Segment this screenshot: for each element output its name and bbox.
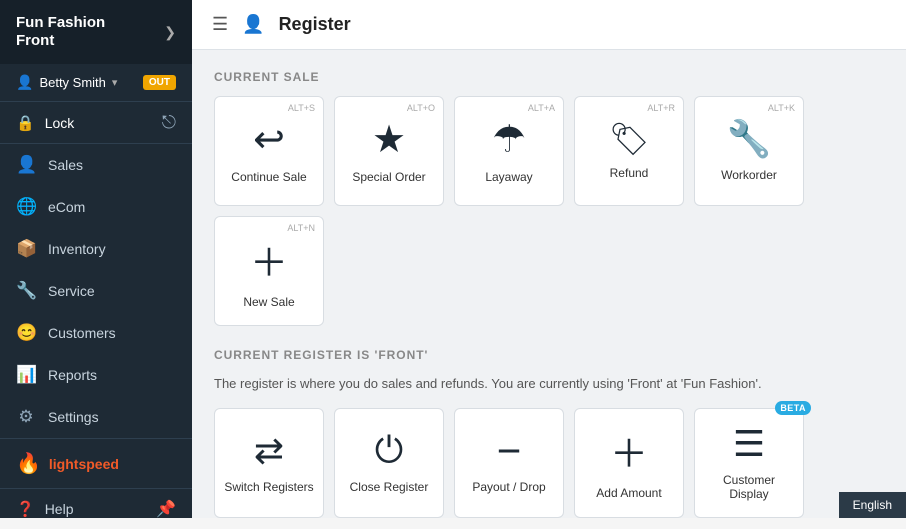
hamburger-menu-icon[interactable]: ☰ xyxy=(212,14,228,35)
current-sale-title: CURRENT SALE xyxy=(214,70,884,84)
sidebar-user-row[interactable]: 👤 Betty Smith ▾ OUT xyxy=(0,64,192,102)
register-page-icon: 👤 xyxy=(242,14,264,35)
user-icon: 👤 xyxy=(16,74,33,91)
help-label: Help xyxy=(45,501,74,517)
close-register-icon: ⏻ xyxy=(375,429,403,472)
workorder-icon: 🔧 xyxy=(727,118,772,160)
main-content: ☰ 👤 Register CURRENT SALE ALT+S ↩ Contin… xyxy=(192,0,906,518)
close-register-card[interactable]: ⏻ Close Register xyxy=(334,408,444,518)
sidebar-item-sales[interactable]: 👤 Sales xyxy=(0,144,192,186)
sidebar-logo[interactable]: Fun Fashion Front ❯ xyxy=(0,0,192,64)
sidebar-logo-text: Fun Fashion Front xyxy=(16,14,105,50)
workorder-shortcut: ALT+K xyxy=(768,103,795,113)
special-order-shortcut: ALT+O xyxy=(407,103,435,113)
continue-sale-card[interactable]: ALT+S ↩ Continue Sale xyxy=(214,96,324,206)
layaway-shortcut: ALT+A xyxy=(528,103,555,113)
sidebar-nav: 👤 Sales 🌐 eCom 📦 Inventory 🔧 Service 😊 C… xyxy=(0,144,192,438)
refund-icon: 🏷 xyxy=(609,120,650,158)
add-amount-card[interactable]: ＋ Add Amount xyxy=(574,408,684,518)
switch-registers-icon: ⇄ xyxy=(254,430,284,472)
customer-display-card[interactable]: BETA ☰ Customer Display xyxy=(694,408,804,518)
sidebar-item-label: Reports xyxy=(48,367,97,383)
inventory-icon: 📦 xyxy=(16,239,36,259)
sidebar-help-left: ❓ Help xyxy=(16,500,73,518)
payout-drop-card[interactable]: − Payout / Drop xyxy=(454,408,564,518)
sidebar-user-chevron-icon: ▾ xyxy=(112,76,118,89)
customer-display-icon: ☰ xyxy=(733,423,765,465)
current-register-title: CURRENT REGISTER IS 'FRONT' xyxy=(214,348,884,362)
pin-icon[interactable]: 📌 xyxy=(156,499,176,519)
logout-icon[interactable]: ⎋ xyxy=(162,112,176,133)
special-order-label: Special Order xyxy=(352,170,425,184)
sidebar-user-info: 👤 Betty Smith ▾ xyxy=(16,74,117,91)
current-register-cards: ⇄ Switch Registers ⏻ Close Register − Pa… xyxy=(214,408,884,518)
layaway-label: Layaway xyxy=(485,170,532,184)
main-content-area: CURRENT SALE ALT+S ↩ Continue Sale ALT+O… xyxy=(192,50,906,518)
sidebar-item-reports[interactable]: 📊 Reports xyxy=(0,354,192,396)
out-badge: OUT xyxy=(143,75,176,90)
lightspeed-label: lightspeed xyxy=(49,456,119,472)
refund-label: Refund xyxy=(610,166,649,180)
continue-sale-shortcut: ALT+S xyxy=(288,103,315,113)
new-sale-card[interactable]: ALT+N ＋ New Sale xyxy=(214,216,324,326)
sidebar-help-row[interactable]: ❓ Help 📌 xyxy=(0,488,192,529)
lightspeed-flame-icon: 🔥 xyxy=(16,451,41,476)
beta-badge: BETA xyxy=(775,401,811,415)
sidebar-item-label: Customers xyxy=(48,325,116,341)
payout-drop-icon: − xyxy=(497,430,522,472)
switch-registers-label: Switch Registers xyxy=(224,480,313,494)
layaway-card[interactable]: ALT+A ☂ Layaway xyxy=(454,96,564,206)
sidebar-item-label: eCom xyxy=(48,199,85,215)
sidebar-item-inventory[interactable]: 📦 Inventory xyxy=(0,228,192,270)
workorder-label: Workorder xyxy=(721,168,777,182)
workorder-card[interactable]: ALT+K 🔧 Workorder xyxy=(694,96,804,206)
sidebar-item-settings[interactable]: ⚙ Settings xyxy=(0,396,192,438)
special-order-card[interactable]: ALT+O ★ Special Order xyxy=(334,96,444,206)
sidebar-item-ecom[interactable]: 🌐 eCom xyxy=(0,186,192,228)
refund-shortcut: ALT+R xyxy=(647,103,675,113)
new-sale-label: New Sale xyxy=(243,295,294,309)
sidebar-item-label: Settings xyxy=(48,409,99,425)
layaway-icon: ☂ xyxy=(492,117,526,162)
continue-sale-label: Continue Sale xyxy=(231,170,306,184)
language-button[interactable]: English xyxy=(839,492,906,518)
new-sale-shortcut: ALT+N xyxy=(287,223,315,233)
continue-sale-icon: ↩ xyxy=(253,117,285,162)
service-icon: 🔧 xyxy=(16,281,36,301)
new-sale-icon: ＋ xyxy=(250,232,288,287)
register-info-text: The register is where you do sales and r… xyxy=(214,374,884,394)
help-icon: ❓ xyxy=(16,500,35,518)
sidebar-item-label: Service xyxy=(48,283,95,299)
special-order-icon: ★ xyxy=(372,117,406,162)
lock-label: Lock xyxy=(45,115,75,131)
add-amount-label: Add Amount xyxy=(596,486,661,500)
lock-icon: 🔒 xyxy=(16,114,35,132)
sales-icon: 👤 xyxy=(16,155,36,175)
sidebar-item-service[interactable]: 🔧 Service xyxy=(0,270,192,312)
lightspeed-logo: 🔥 lightspeed xyxy=(16,451,119,476)
customer-display-label: Customer Display xyxy=(703,473,795,501)
sidebar-expand-icon[interactable]: ❯ xyxy=(164,24,176,41)
sidebar-username: Betty Smith xyxy=(39,75,105,90)
refund-card[interactable]: ALT+R 🏷 Refund xyxy=(574,96,684,206)
ecom-icon: 🌐 xyxy=(16,197,36,217)
payout-drop-label: Payout / Drop xyxy=(472,480,545,494)
topbar: ☰ 👤 Register xyxy=(192,0,906,50)
sidebar: Fun Fashion Front ❯ 👤 Betty Smith ▾ OUT … xyxy=(0,0,192,518)
sidebar-item-label: Inventory xyxy=(48,241,106,257)
current-sale-cards: ALT+S ↩ Continue Sale ALT+O ★ Special Or… xyxy=(214,96,884,326)
switch-registers-card[interactable]: ⇄ Switch Registers xyxy=(214,408,324,518)
sidebar-footer: 🔥 lightspeed xyxy=(0,438,192,488)
close-register-label: Close Register xyxy=(350,480,429,494)
current-register-section: CURRENT REGISTER IS 'FRONT' The register… xyxy=(214,348,884,518)
page-title: Register xyxy=(279,14,351,35)
reports-icon: 📊 xyxy=(16,365,36,385)
sidebar-item-label: Sales xyxy=(48,157,83,173)
add-amount-icon: ＋ xyxy=(610,423,648,478)
current-sale-section: CURRENT SALE ALT+S ↩ Continue Sale ALT+O… xyxy=(214,70,884,326)
sidebar-item-customers[interactable]: 😊 Customers xyxy=(0,312,192,354)
customers-icon: 😊 xyxy=(16,323,36,343)
sidebar-lock-row[interactable]: 🔒 Lock ⎋ xyxy=(0,102,192,144)
settings-icon: ⚙ xyxy=(16,407,36,427)
